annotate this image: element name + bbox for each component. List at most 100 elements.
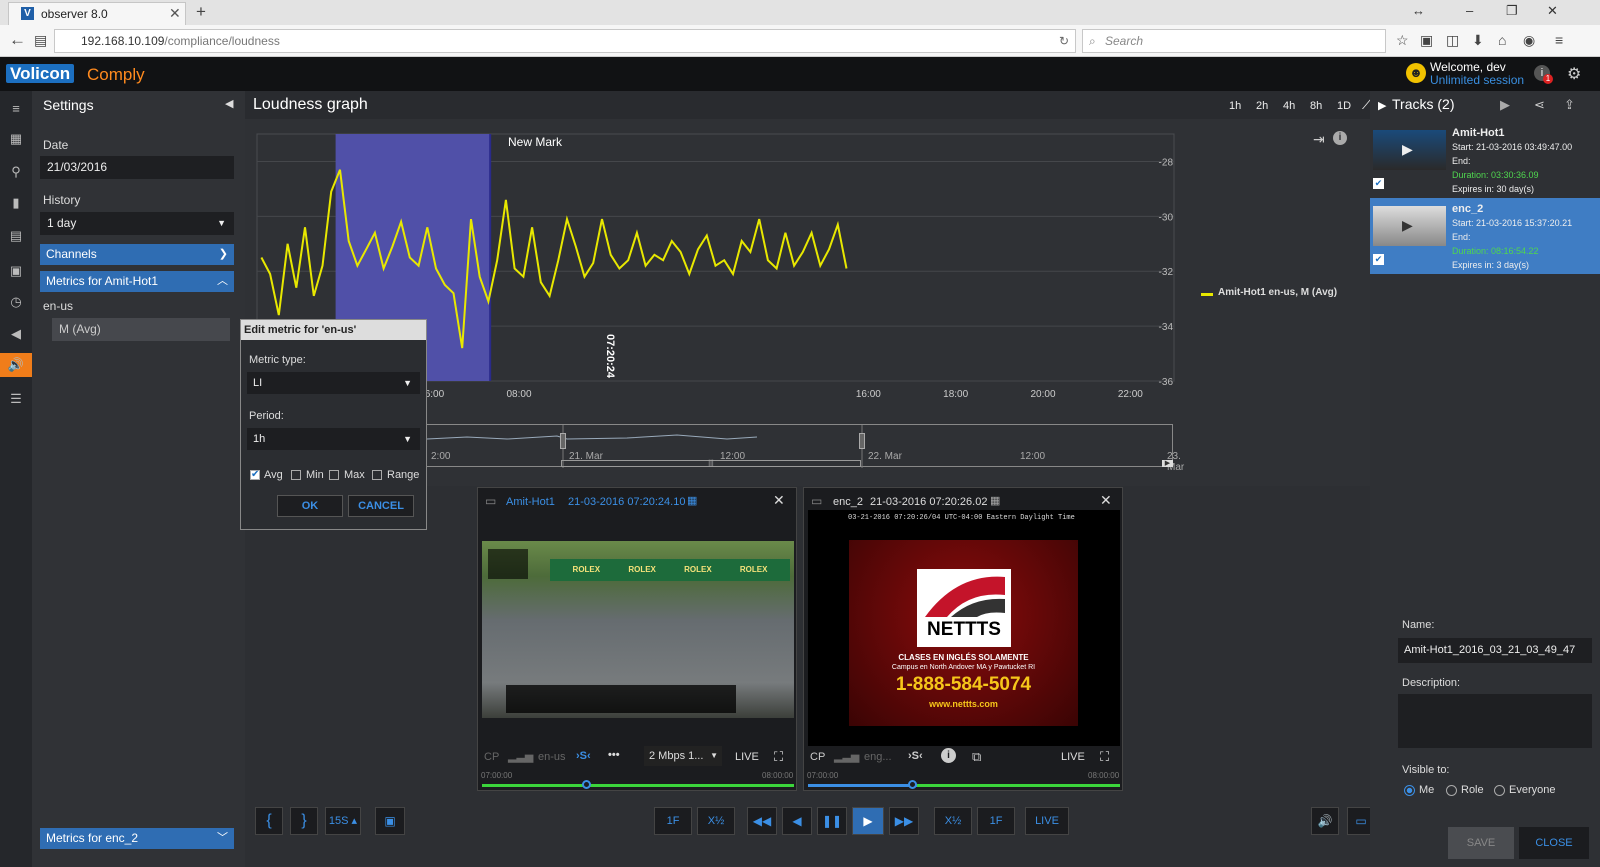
megaphone-icon[interactable]: ◀ (8, 326, 24, 342)
prev-frame-icon[interactable]: ◀ (782, 807, 812, 835)
radio-everyone[interactable] (1494, 785, 1505, 796)
minimize-icon[interactable]: – (1466, 3, 1473, 18)
chat-icon[interactable]: ◉ (1523, 32, 1535, 49)
new-tab-icon[interactable]: + (196, 2, 206, 22)
slow-forward-button[interactable]: X½ (934, 807, 972, 835)
volume-icon[interactable]: 🔊 (1311, 807, 1339, 835)
url-bar[interactable]: 192.168.10.109/compliance/loudness ↻ (54, 29, 1076, 53)
mark-in-button[interactable]: { (255, 807, 283, 835)
lang-select[interactable]: eng... (864, 751, 892, 763)
calendar-icon[interactable]: ▦ (687, 494, 697, 507)
list-icon[interactable]: ☰ (8, 391, 24, 407)
home-icon[interactable]: ⌂ (1498, 32, 1506, 48)
metric-item[interactable]: M (Avg) (52, 318, 230, 341)
film-icon[interactable]: ▦ (8, 131, 24, 147)
camera-icon[interactable]: ▣ (375, 807, 405, 835)
search-icon[interactable]: ⚲ (8, 164, 24, 180)
player-timeline[interactable] (482, 784, 794, 787)
share-icon[interactable]: ⋖ (1534, 97, 1545, 113)
loudness-icon[interactable]: 🔊 (0, 353, 32, 377)
track-checkbox[interactable]: ✔ (1373, 254, 1384, 265)
window-close-icon[interactable]: ✕ (1547, 3, 1558, 19)
track-item[interactable]: ▶ ✔ Amit-Hot1 Start: 21-03-2016 03:49:47… (1370, 122, 1600, 198)
bookmark-star-icon[interactable]: ☆ (1396, 32, 1409, 49)
video-frame[interactable]: ROLEX ROLEX ROLEX ROLEX (482, 541, 794, 718)
gear-icon[interactable]: ⚙ (1567, 64, 1581, 84)
range-2h[interactable]: 2h (1256, 100, 1268, 112)
timeline-navigator[interactable]: 2:00 21. Mar 12:00 22. Mar 12:00 23. Mar… (426, 424, 1184, 473)
more-icon[interactable]: ••• (608, 749, 620, 761)
pocket-icon[interactable]: ◫ (1446, 32, 1459, 49)
range-checkbox[interactable] (372, 470, 382, 480)
track-checkbox[interactable]: ✔ (1373, 178, 1384, 189)
ok-button[interactable]: OK (277, 495, 343, 517)
lang-select[interactable]: en-us (538, 751, 566, 763)
download-icon[interactable]: ⬇ (1472, 32, 1484, 49)
step-back-1f-button[interactable]: 1F (654, 807, 692, 835)
browser-menu-icon[interactable]: ≡ (1555, 32, 1563, 48)
save-button[interactable]: SAVE (1448, 827, 1514, 859)
radio-me[interactable] (1404, 785, 1415, 796)
subtitle-icon[interactable]: ›S‹ (908, 750, 923, 762)
playhead[interactable] (908, 780, 917, 789)
max-checkbox[interactable] (329, 470, 339, 480)
pause-icon[interactable]: ❚❚ (817, 807, 847, 835)
browser-tab[interactable]: V observer 8.0 ✕ (8, 2, 186, 25)
range-8h[interactable]: 8h (1310, 100, 1322, 112)
bitrate-select[interactable]: 2 Mbps 1... ▼ (644, 746, 722, 766)
player-timeline[interactable] (808, 784, 1120, 787)
metrics-enc-bar[interactable]: Metrics for enc_2 ﹀ (40, 828, 234, 849)
calendar-icon[interactable]: ▦ (990, 494, 1000, 507)
collapse-icon[interactable]: ◀ (225, 97, 233, 110)
play-icon[interactable]: ▶ (852, 807, 884, 835)
range-4h[interactable]: 4h (1283, 100, 1295, 112)
period-select[interactable]: 1h ▼ (247, 428, 420, 450)
info-icon[interactable]: i (941, 748, 956, 763)
live-button[interactable]: LIVE (735, 751, 759, 763)
metric-type-select[interactable]: LI ▼ (247, 372, 420, 394)
live-button[interactable]: LIVE (1061, 751, 1085, 763)
close-button[interactable]: CLOSE (1519, 827, 1589, 859)
timeline-handle-left[interactable] (560, 433, 566, 449)
export-icon[interactable]: ⇥ (1313, 131, 1325, 148)
fast-forward-icon[interactable]: ▶▶ (889, 807, 919, 835)
player-channel[interactable]: enc_2 (833, 496, 863, 508)
browser-search[interactable]: ⌕ Search (1082, 29, 1386, 53)
play-icon[interactable]: ▶ (1500, 97, 1510, 113)
subtitle-icon[interactable]: ›S‹ (576, 750, 591, 762)
pip-icon[interactable]: ⧉ (972, 749, 981, 765)
description-input[interactable] (1398, 694, 1592, 748)
mark-out-button[interactable]: } (290, 807, 318, 835)
clock-icon[interactable]: ◷ (8, 294, 24, 310)
fullscreen-icon[interactable]: ⛶ (1100, 749, 1109, 765)
range-1d[interactable]: 1D (1337, 100, 1351, 112)
calendar-icon[interactable]: ▣ (8, 263, 24, 279)
min-checkbox[interactable] (291, 470, 301, 480)
radio-role[interactable] (1446, 785, 1457, 796)
close-icon[interactable]: ✕ (773, 492, 785, 509)
name-input[interactable]: Amit-Hot1_2016_03_21_03_49_47 (1398, 638, 1592, 663)
scroll-right-icon[interactable]: ▶ (1162, 460, 1173, 467)
close-icon[interactable]: ✕ (1100, 492, 1112, 509)
video-frame[interactable]: 03-21-2016 07:20:26/04 UTC-04:00 Eastern… (808, 510, 1120, 746)
reload-icon[interactable]: ↻ (1059, 30, 1069, 52)
live-transport-button[interactable]: LIVE (1025, 807, 1069, 835)
info-icon[interactable]: i (1333, 131, 1347, 145)
cp-button[interactable]: CP (484, 751, 499, 763)
grid-icon[interactable]: ▤ (8, 228, 24, 244)
slow-back-button[interactable]: X½ (697, 807, 735, 835)
avg-checkbox[interactable]: ✔ (250, 470, 260, 480)
back-icon[interactable]: ← (9, 30, 26, 50)
menu-icon[interactable]: ≡ (8, 101, 24, 117)
date-field[interactable]: 21/03/2016 (40, 156, 234, 179)
timeline-handle-right[interactable] (859, 433, 865, 449)
close-tab-icon[interactable]: ✕ (169, 5, 181, 22)
export-icon[interactable]: ⇪ (1564, 97, 1575, 113)
maximize-icon[interactable]: ❐ (1506, 3, 1518, 19)
rewind-icon[interactable]: ◀◀ (747, 807, 777, 835)
metrics-amit-bar[interactable]: Metrics for Amit-Hot1 ︿ (40, 271, 234, 292)
player-channel[interactable]: Amit-Hot1 (506, 496, 555, 508)
step-15s-button[interactable]: 15S ▴ (325, 807, 361, 835)
fullscreen-icon[interactable]: ⛶ (774, 749, 783, 765)
timeline-scrollbar[interactable]: ||| (561, 460, 861, 467)
